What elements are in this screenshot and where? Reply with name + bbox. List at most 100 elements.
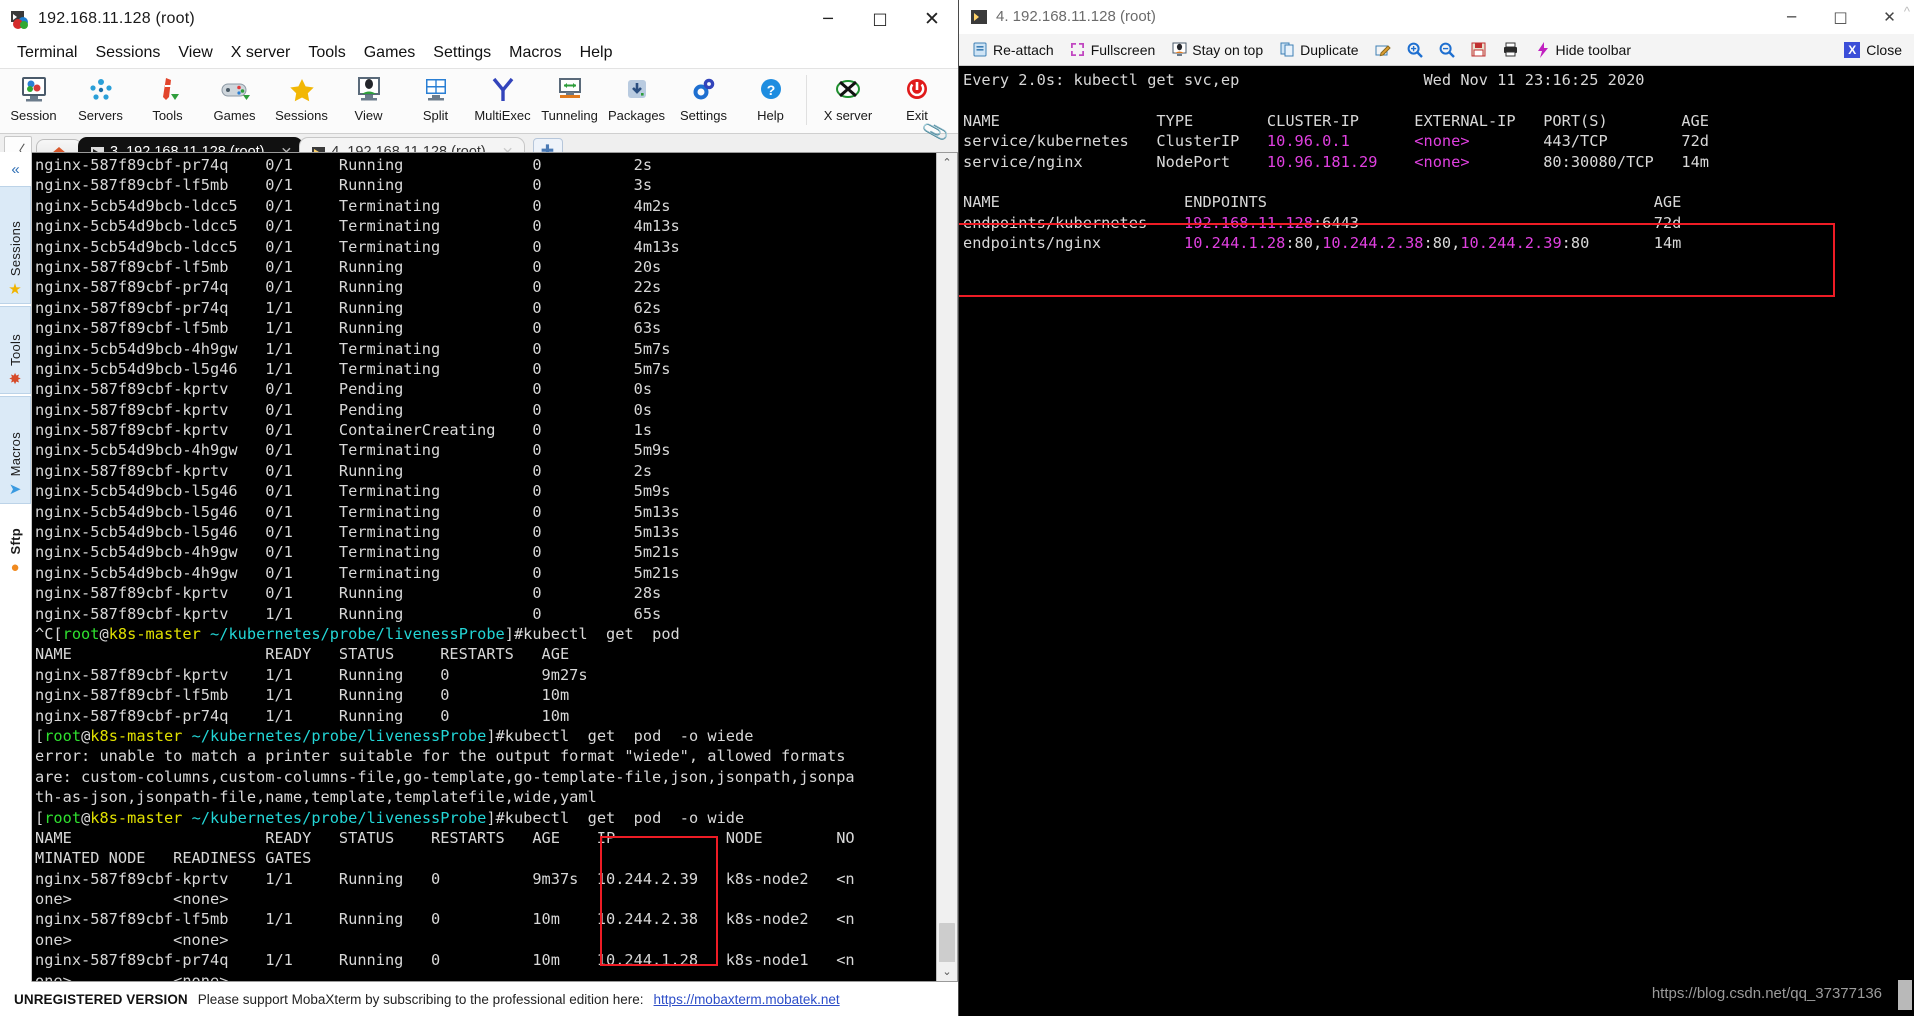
close-button[interactable]: ✕ xyxy=(906,0,958,38)
scroll-down-arrow-icon[interactable]: ⌄ xyxy=(937,962,957,981)
sidebar-item-sftp[interactable]: ● Sftp xyxy=(0,506,31,582)
globe-icon: ● xyxy=(10,559,20,576)
toolbar-games-button[interactable]: Games xyxy=(201,71,268,123)
xserver-icon xyxy=(831,74,865,106)
save-button[interactable] xyxy=(1464,40,1494,60)
toolbar-split-button[interactable]: Split xyxy=(402,71,469,123)
left-window-controls: ─ □ ✕ xyxy=(802,0,958,38)
toolbar-view-label: View xyxy=(354,108,383,123)
save-disk-icon xyxy=(1471,42,1487,58)
menu-view[interactable]: View xyxy=(169,42,221,64)
toolbar-servers-button[interactable]: Servers xyxy=(67,71,134,123)
mobaxterm-main-window: 192.168.11.128 (root) ─ □ ✕ Terminal Ses… xyxy=(0,0,959,1016)
right-terminal-output[interactable]: Every 2.0s: kubectl get svc,ep Wed Nov 1… xyxy=(959,67,1914,1016)
terminal-line: nginx-587f89cbf-pr74q 0/1 Running 0 2s xyxy=(35,156,653,174)
terminal-line: nginx-5cb54d9bcb-4h9gw 1/1 Terminating 0… xyxy=(35,339,671,358)
maximize-button[interactable]: □ xyxy=(1816,0,1865,34)
toolbar-packages-label: Packages xyxy=(607,108,666,123)
menu-terminal[interactable]: Terminal xyxy=(8,42,86,64)
sidebar-item-tools[interactable]: ✸ Tools xyxy=(0,306,31,394)
minimize-button[interactable]: ─ xyxy=(1767,0,1816,34)
split-icon xyxy=(421,74,451,106)
toolbar-tunneling-button[interactable]: Tunneling xyxy=(536,71,603,123)
terminal-line: nginx-587f89cbf-lf5mb 1/1 Running 0 10m xyxy=(35,686,570,705)
unregistered-label: UNREGISTERED VERSION xyxy=(14,991,188,1007)
toolbar-xserver-button[interactable]: X server xyxy=(809,71,887,123)
close-label: Close xyxy=(1866,41,1902,58)
scroll-up-arrow-icon[interactable]: ⌃ xyxy=(937,153,957,172)
toolbar-packages-button[interactable]: Packages xyxy=(603,71,670,123)
edit-button[interactable] xyxy=(1368,40,1398,60)
left-statusbar: UNREGISTERED VERSION Please support Moba… xyxy=(0,982,958,1016)
toolbar-session-button[interactable]: Session xyxy=(0,71,67,123)
menu-settings[interactable]: Settings xyxy=(424,42,500,64)
terminal-line: nginx-587f89cbf-kprtv 1/1 Running 0 9m27… xyxy=(35,665,588,684)
terminal-line: nginx-5cb54d9bcb-4h9gw 0/1 Terminating 0… xyxy=(35,543,680,562)
toolbar-sessions-button[interactable]: Sessions xyxy=(268,71,335,123)
left-terminal-scrollbar[interactable]: ⌃ ⌄ xyxy=(936,153,957,981)
toolbar-sessions-label: Sessions xyxy=(275,108,328,123)
fullscreen-button[interactable]: Fullscreen xyxy=(1063,40,1163,60)
terminal-line: NAME READY STATUS RESTARTS AGE xyxy=(35,645,570,664)
close-x-icon: X xyxy=(1844,41,1861,58)
left-window-title: 192.168.11.128 (root) xyxy=(38,9,195,27)
toolbar-help-button[interactable]: ? Help xyxy=(737,71,804,123)
terminal-line: nginx-587f89cbf-pr74q 0/1 Running 0 22s xyxy=(35,278,662,297)
menu-sessions[interactable]: Sessions xyxy=(86,42,169,64)
hide-toolbar-button[interactable]: Hide toolbar xyxy=(1528,40,1639,60)
toolbar-tools-button[interactable]: Tools xyxy=(134,71,201,123)
scroll-up-arrow-icon[interactable]: ^ xyxy=(1904,4,1910,19)
terminal-line: nginx-587f89cbf-pr74q 1/1 Running 0 62s xyxy=(35,298,662,317)
terminal-line: NAME TYPE CLUSTER-IP EXTERNAL-IP PORT(S)… xyxy=(963,111,1709,130)
right-titlebar: 4. 192.168.11.128 (root) ─ □ ✕ xyxy=(959,0,1914,34)
detached-terminal-window: 4. 192.168.11.128 (root) ─ □ ✕ Re-attach… xyxy=(959,0,1914,1016)
left-terminal-output[interactable]: nginx-587f89cbf-pr74q 0/1 Running 0 2s ng… xyxy=(32,153,936,981)
sidebar-item-sessions[interactable]: ★ Sessions xyxy=(0,186,31,304)
terminal-line: nginx-5cb54d9bcb-4h9gw 0/1 Terminating 0… xyxy=(35,563,680,582)
menu-games[interactable]: Games xyxy=(355,42,425,64)
toolbar-view-button[interactable]: View xyxy=(335,71,402,123)
duplicate-button[interactable]: Duplicate xyxy=(1272,40,1365,60)
sidebar-item-macros[interactable]: ➤ Macros xyxy=(0,396,31,504)
stay-on-top-button[interactable]: Stay on top xyxy=(1164,40,1270,60)
terminal-line: nginx-587f89cbf-lf5mb 1/1 Running 0 63s xyxy=(35,319,662,338)
toolbar-settings-button[interactable]: Settings xyxy=(670,71,737,123)
terminal-line: nginx-5cb54d9bcb-l5g46 0/1 Terminating 0… xyxy=(35,482,671,501)
right-scrollbar-thumb[interactable] xyxy=(1898,980,1912,1010)
menu-xserver[interactable]: X server xyxy=(222,42,300,64)
terminal-line: one> <none> xyxy=(35,971,229,981)
minimize-button[interactable]: ─ xyxy=(802,0,854,38)
toolbar-exit-button[interactable]: Exit xyxy=(887,71,947,123)
toolbar-multiexec-button[interactable]: MultiExec xyxy=(469,71,536,123)
terminal-line: nginx-5cb54d9bcb-l5g46 0/1 Terminating 0… xyxy=(35,523,680,542)
terminal-line: th-as-json,jsonpath-file,name,template,t… xyxy=(35,788,597,807)
sidebar-collapse-button[interactable]: « xyxy=(0,152,31,186)
menu-macros[interactable]: Macros xyxy=(500,42,570,64)
mobaxterm-link[interactable]: https://mobaxterm.mobatek.net xyxy=(654,992,840,1007)
close-tab-button[interactable]: X Close xyxy=(1837,40,1914,60)
svg-text:?: ? xyxy=(766,82,775,98)
menu-help[interactable]: Help xyxy=(571,42,622,64)
star-icon: ★ xyxy=(8,281,22,298)
sessions-star-icon xyxy=(287,74,317,106)
zoom-out-button[interactable] xyxy=(1432,40,1462,60)
servers-icon xyxy=(86,74,116,106)
stay-on-top-label: Stay on top xyxy=(1192,41,1264,58)
terminal-line: one> <none> xyxy=(35,890,229,909)
maximize-button[interactable]: □ xyxy=(854,0,906,38)
print-button[interactable] xyxy=(1496,40,1526,60)
zoom-in-button[interactable] xyxy=(1400,40,1430,60)
scrollbar-thumb[interactable] xyxy=(939,923,955,965)
left-titlebar: 192.168.11.128 (root) ─ □ ✕ xyxy=(0,0,958,38)
menu-tools[interactable]: Tools xyxy=(299,42,354,64)
reattach-label: Re-attach xyxy=(993,41,1054,58)
sidebar-item-macros-label: Macros xyxy=(7,431,23,476)
toolbar-games-label: Games xyxy=(213,108,256,123)
tunneling-icon xyxy=(555,74,585,106)
toolbar-servers-label: Servers xyxy=(78,108,123,123)
reattach-button[interactable]: Re-attach xyxy=(965,40,1061,60)
toolbar-split-label: Split xyxy=(422,108,449,123)
terminal-line: service/kubernetes ClusterIP 10.96.0.1 <… xyxy=(963,132,1710,151)
zoom-out-icon xyxy=(1439,42,1455,58)
terminal-line: nginx-587f89cbf-lf5mb 0/1 Running 0 3s xyxy=(35,176,653,195)
